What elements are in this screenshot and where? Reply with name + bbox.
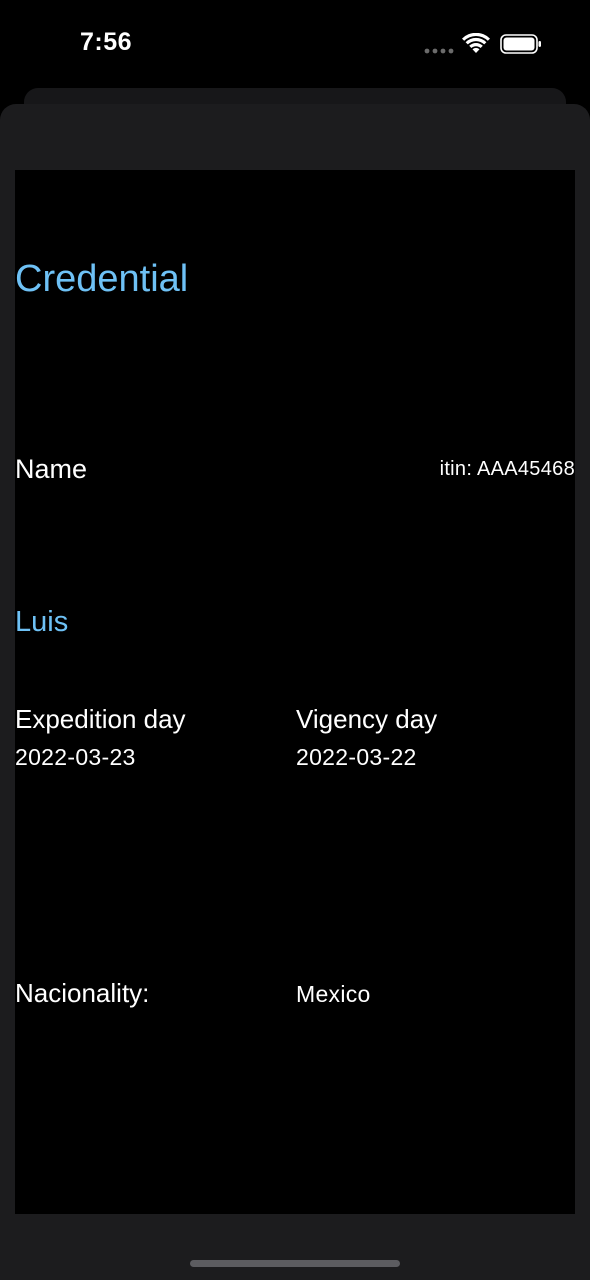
expedition-day-value: 2022-03-23	[15, 744, 136, 770]
status-bar: 7:56	[0, 0, 590, 88]
nationality-label: Nacionality:	[15, 978, 150, 1008]
wifi-icon	[462, 33, 490, 53]
screen: 7:56 Credential Name itin: AAA45468 Luis…	[0, 0, 590, 1280]
vigency-day-value: 2022-03-22	[296, 744, 417, 770]
credential-title: Credential	[15, 258, 189, 300]
nationality-value: Mexico	[296, 981, 371, 1007]
battery-icon	[500, 34, 541, 54]
status-time: 7:56	[80, 28, 133, 56]
itin-value: itin: AAA45468	[439, 458, 575, 480]
name-value: Luis	[15, 606, 69, 638]
expedition-day-label: Expedition day	[15, 704, 186, 734]
signal-dots-icon	[424, 48, 454, 54]
credential-card: Credential Name itin: AAA45468 Luis Expe…	[15, 170, 575, 1214]
vigency-day-label: Vigency day	[296, 704, 438, 734]
name-label: Name	[15, 454, 88, 484]
home-indicator[interactable]	[190, 1260, 400, 1267]
